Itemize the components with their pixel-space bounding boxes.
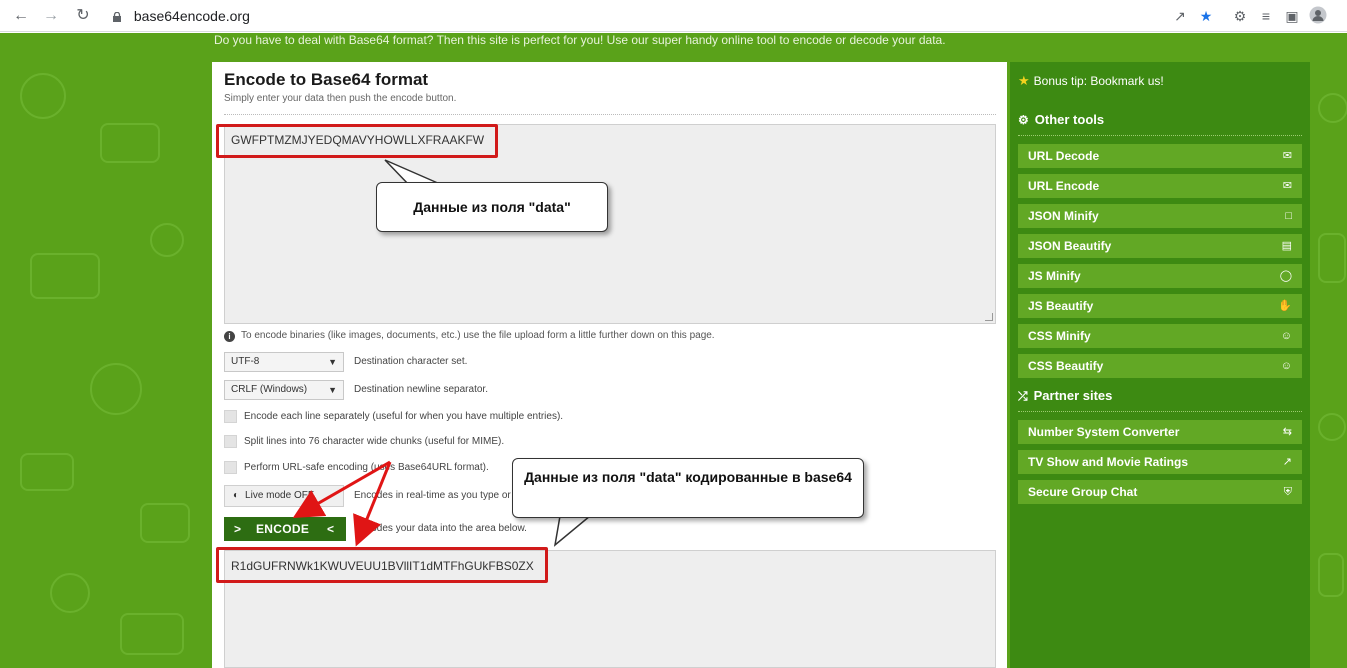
- side-panel-icon[interactable]: ▣: [1282, 6, 1302, 26]
- sidebar-item-label: Number System Converter: [1028, 425, 1180, 439]
- option-label: Split lines into 76 character wide chunk…: [244, 436, 505, 447]
- sidebar-item-json-minify[interactable]: JSON Minify □: [1018, 204, 1302, 228]
- sidebar-item-json-beautify[interactable]: JSON Beautify ▤: [1018, 234, 1302, 258]
- sidebar-divider: [1018, 411, 1302, 412]
- meh-icon: ☺: [1280, 330, 1292, 342]
- thumbs-icon: ◯: [1279, 270, 1292, 282]
- sidebar-divider: [1018, 135, 1302, 136]
- url-safe-checkbox[interactable]: [224, 461, 237, 474]
- input-highlight-box: [216, 124, 498, 158]
- sidebar-item-js-beautify[interactable]: JS Beautify ✋: [1018, 294, 1302, 318]
- forward-arrow-icon[interactable]: →: [40, 5, 62, 27]
- live-mode-toggle[interactable]: ◐ Live mode OFF: [224, 485, 344, 507]
- encode-each-line-checkbox[interactable]: [224, 410, 237, 423]
- address-bar[interactable]: base64encode.org: [112, 4, 1212, 28]
- star-icon: ★: [1018, 73, 1030, 88]
- sidebar-item-label: TV Show and Movie Ratings: [1028, 455, 1189, 469]
- callout-top-text: Данные из поля "data": [413, 199, 571, 215]
- newline-value: CRLF (Windows): [231, 384, 308, 395]
- share-icon[interactable]: ↗: [1170, 6, 1190, 26]
- encode-label: ENCODE: [256, 522, 310, 536]
- sidebar-item-label: CSS Minify: [1028, 329, 1091, 343]
- sidebar-item-js-minify[interactable]: JS Minify ◯: [1018, 264, 1302, 288]
- callout-bottom: Данные из поля "data" кодированные в bas…: [512, 458, 864, 518]
- sidebar-item-secure-group-chat[interactable]: Secure Group Chat ⛨: [1018, 480, 1302, 504]
- chart-icon: ↗: [1282, 456, 1292, 468]
- chevron-down-icon: ▼: [328, 357, 337, 367]
- sidebar-item-css-minify[interactable]: CSS Minify ☺: [1018, 324, 1302, 348]
- envelope-icon: ✉: [1282, 180, 1292, 192]
- extensions-icon[interactable]: ⚙: [1230, 6, 1250, 26]
- sidebar-item-label: JSON Minify: [1028, 209, 1099, 223]
- binary-info: i To encode binaries (like images, docume…: [224, 329, 715, 343]
- chevron-down-icon: ▼: [328, 385, 337, 395]
- bookmark-star-icon[interactable]: ★: [1196, 6, 1216, 26]
- callout-bottom-text: Данные из поля "data" кодированные в bas…: [524, 469, 852, 485]
- exchange-icon: ⇆: [1282, 426, 1292, 438]
- option-label: Encode each line separately (useful for …: [244, 411, 564, 422]
- charset-select[interactable]: UTF-8 ▼: [224, 352, 344, 372]
- sidebar-item-number-system-converter[interactable]: Number System Converter ⇆: [1018, 420, 1302, 444]
- url-text: base64encode.org: [133, 8, 250, 24]
- newline-label: Destination newline separator.: [354, 384, 488, 395]
- charset-value: UTF-8: [231, 356, 260, 367]
- cog-icon: ⚙: [1018, 113, 1029, 127]
- envelope-open-icon: ✉: [1282, 150, 1292, 162]
- output-highlight-box: [216, 547, 548, 583]
- sidebar-item-css-beautify[interactable]: CSS Beautify ☺: [1018, 354, 1302, 378]
- sidebar-item-label: JS Minify: [1028, 269, 1081, 283]
- file-text-icon: ▤: [1281, 240, 1292, 252]
- encode-button[interactable]: > ENCODE <: [224, 517, 346, 541]
- sidebar-item-label: JS Beautify: [1028, 299, 1094, 313]
- sidebar-item-url-decode[interactable]: URL Decode ✉: [1018, 144, 1302, 168]
- lock-icon: [113, 12, 121, 22]
- intro-text: Do you have to deal with Base64 format? …: [214, 33, 946, 47]
- bonus-tip[interactable]: ★ Bonus tip: Bookmark us!: [1018, 73, 1164, 89]
- shield-icon: ⛨: [1283, 486, 1292, 498]
- reload-icon[interactable]: ↻: [72, 5, 94, 27]
- page-title: Encode to Base64 format: [224, 70, 429, 89]
- sidebar-item-label: JSON Beautify: [1028, 239, 1112, 253]
- binary-info-text: To encode binaries (like images, documen…: [241, 330, 715, 341]
- smile-icon: ☺: [1280, 360, 1292, 372]
- divider: [224, 114, 996, 115]
- chevron-left-icon: <: [326, 522, 334, 536]
- chevron-right-icon: >: [234, 522, 242, 536]
- sidebar: ★ Bonus tip: Bookmark us! ⚙ Other tools UR…: [1010, 62, 1310, 668]
- hand-icon: ✋: [1278, 300, 1292, 312]
- sidebar-item-url-encode[interactable]: URL Encode ✉: [1018, 174, 1302, 198]
- charset-label: Destination character set.: [354, 356, 468, 367]
- browser-toolbar: ← → ↻ base64encode.org ↗ ★ ⚙ ≡ ▣: [0, 0, 1347, 32]
- screenshot: ← → ↻ base64encode.org ↗ ★ ⚙ ≡ ▣ Do you …: [0, 0, 1347, 668]
- other-tools-heading-text: Other tools: [1034, 112, 1105, 127]
- sidebar-item-label: Secure Group Chat: [1028, 485, 1138, 499]
- random-icon: ⤮: [1018, 389, 1028, 403]
- other-tools-heading: ⚙ Other tools: [1018, 112, 1104, 127]
- page-subtitle: Simply enter your data then push the enc…: [224, 93, 457, 104]
- encode-desc: Encodes your data into the area below.: [354, 523, 527, 534]
- file-icon: □: [1285, 210, 1292, 222]
- newline-select[interactable]: CRLF (Windows) ▼: [224, 380, 344, 400]
- split-lines-checkbox[interactable]: [224, 435, 237, 448]
- partner-sites-heading: ⤮ Partner sites: [1018, 388, 1112, 404]
- live-mode-label: Live mode OFF: [245, 490, 314, 501]
- sidebar-item-label: URL Decode: [1028, 149, 1100, 163]
- partner-sites-heading-text: Partner sites: [1033, 388, 1113, 403]
- back-arrow-icon[interactable]: ←: [10, 5, 32, 27]
- option-label: Perform URL-safe encoding (uses Base64UR…: [244, 462, 489, 473]
- resize-handle-icon[interactable]: [985, 313, 993, 321]
- callout-top: Данные из поля "data": [376, 182, 608, 232]
- sidebar-item-label: CSS Beautify: [1028, 359, 1104, 373]
- reading-list-icon[interactable]: ≡: [1256, 6, 1276, 26]
- sidebar-item-tv-show-ratings[interactable]: TV Show and Movie Ratings ↗: [1018, 450, 1302, 474]
- bonus-tip-text: Bonus tip: Bookmark us!: [1033, 74, 1164, 88]
- info-icon: i: [224, 331, 235, 342]
- toggle-icon: ◐: [233, 490, 240, 501]
- profile-avatar-icon[interactable]: [1308, 6, 1328, 26]
- sidebar-item-label: URL Encode: [1028, 179, 1100, 193]
